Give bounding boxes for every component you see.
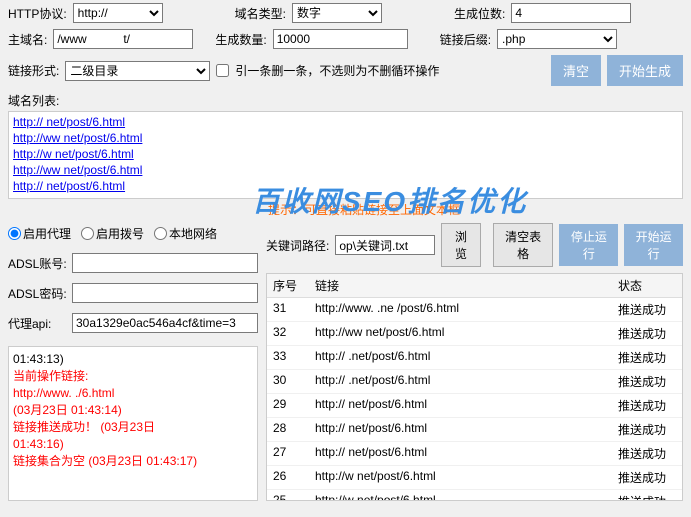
cell-status: 推送成功 xyxy=(612,394,682,417)
table-row[interactable]: 28http:// net/post/6.html推送成功 xyxy=(267,418,682,442)
log-line: 链接集合为空 (03月23日 01:43:17) xyxy=(13,453,253,470)
domain-link[interactable]: http:// net/post/6.html xyxy=(13,178,678,194)
table-row[interactable]: 32http://ww net/post/6.html推送成功 xyxy=(267,322,682,346)
adsl-pass-input[interactable] xyxy=(72,283,258,303)
proxy-api-label: 代理api: xyxy=(8,315,68,332)
cell-index: 28 xyxy=(267,418,309,441)
suffix-select[interactable]: .php xyxy=(497,29,617,49)
col-link: 链接 xyxy=(309,274,612,297)
result-table[interactable]: 序号 链接 状态 31http://www. .ne /post/6.html推… xyxy=(266,273,683,501)
cell-index: 27 xyxy=(267,442,309,465)
cell-link: http:// net/post/6.html xyxy=(309,418,612,441)
cell-link: http:// .net/post/6.html xyxy=(309,370,612,393)
adsl-user-label: ADSL账号: xyxy=(8,255,68,272)
table-row[interactable]: 30http:// .net/post/6.html推送成功 xyxy=(267,370,682,394)
keyword-path-input[interactable] xyxy=(335,235,435,255)
cell-status: 推送成功 xyxy=(612,466,682,489)
cell-index: 30 xyxy=(267,370,309,393)
log-line: 当前操作链接: xyxy=(13,368,253,385)
keyword-path-label: 关键词路径: xyxy=(266,237,329,254)
cell-status: 推送成功 xyxy=(612,370,682,393)
proxy-api-input[interactable] xyxy=(72,313,258,333)
table-row[interactable]: 27http:// net/post/6.html推送成功 xyxy=(267,442,682,466)
cell-index: 31 xyxy=(267,298,309,321)
cell-link: http://ww net/post/6.html xyxy=(309,322,612,345)
domain-link[interactable]: http://w net/post/6.html xyxy=(13,146,678,162)
cell-index: 32 xyxy=(267,322,309,345)
domain-link[interactable]: http://ww net/post/6.html xyxy=(13,130,678,146)
cell-index: 26 xyxy=(267,466,309,489)
cell-link: http:// net/post/6.html xyxy=(309,442,612,465)
table-row[interactable]: 29http:// net/post/6.html推送成功 xyxy=(267,394,682,418)
cell-link: http://www. .ne /post/6.html xyxy=(309,298,612,321)
link-form-label: 链接形式: xyxy=(8,62,59,79)
host-label: 主域名: xyxy=(8,31,47,48)
cell-status: 推送成功 xyxy=(612,346,682,369)
delete-one-label: 引一条删一条，不选则为不删循环操作 xyxy=(235,62,439,79)
log-line: http://www. ./6.html xyxy=(13,385,253,402)
domain-type-select[interactable]: 数字 xyxy=(292,3,382,23)
cell-index: 25 xyxy=(267,490,309,501)
cell-link: http:// .net/post/6.html xyxy=(309,346,612,369)
domain-list-label: 域名列表: xyxy=(8,92,59,109)
log-line: (03月23日 01:43:14) xyxy=(13,402,253,419)
domain-link[interactable]: http://ww net/post/6.html xyxy=(13,162,678,178)
http-protocol-select[interactable]: http:// xyxy=(73,3,163,23)
proxy-radio-local[interactable]: 本地网络 xyxy=(154,225,217,242)
cell-status: 推送成功 xyxy=(612,298,682,321)
cell-index: 33 xyxy=(267,346,309,369)
log-line: 链接推送成功！ (03月23日 xyxy=(13,419,253,436)
cell-status: 推送成功 xyxy=(612,490,682,501)
proxy-radio-dial[interactable]: 启用拨号 xyxy=(81,225,144,242)
cell-status: 推送成功 xyxy=(612,442,682,465)
gen-qty-input[interactable] xyxy=(273,29,408,49)
cell-link: http:// net/post/6.html xyxy=(309,394,612,417)
clear-table-button[interactable]: 清空表格 xyxy=(493,223,554,267)
stop-run-button[interactable]: 停止运行 xyxy=(559,224,618,266)
col-index: 序号 xyxy=(267,274,309,297)
http-protocol-label: HTTP协议: xyxy=(8,5,67,22)
browse-button[interactable]: 浏览 xyxy=(441,223,480,267)
table-row[interactable]: 33http:// .net/post/6.html推送成功 xyxy=(267,346,682,370)
col-status: 状态 xyxy=(612,274,682,297)
paste-hint: 提示：可直接粘贴链接至上面文本框 xyxy=(268,201,460,218)
adsl-pass-label: ADSL密码: xyxy=(8,285,68,302)
table-row[interactable]: 26http://w net/post/6.html推送成功 xyxy=(267,466,682,490)
gen-digits-input[interactable] xyxy=(511,3,631,23)
proxy-radio-enable[interactable]: 启用代理 xyxy=(8,225,71,242)
cell-status: 推送成功 xyxy=(612,322,682,345)
start-run-button[interactable]: 开始运行 xyxy=(624,224,683,266)
clear-button[interactable]: 清空 xyxy=(551,55,601,86)
domain-list-box[interactable]: http:// net/post/6.html http://ww net/po… xyxy=(8,111,683,199)
cell-status: 推送成功 xyxy=(612,418,682,441)
log-line: 01:43:13) xyxy=(13,351,253,368)
cell-index: 29 xyxy=(267,394,309,417)
log-line: 01:43:16) xyxy=(13,436,253,453)
domain-type-label: 域名类型: xyxy=(235,5,286,22)
log-box[interactable]: 01:43:13) 当前操作链接: http://www. ./6.html (… xyxy=(8,346,258,501)
adsl-user-input[interactable] xyxy=(72,253,258,273)
suffix-label: 链接后缀: xyxy=(440,31,491,48)
cell-link: http://w net/post/6.html xyxy=(309,466,612,489)
cell-link: http://w net/post/6.html xyxy=(309,490,612,501)
gen-digits-label: 生成位数: xyxy=(454,5,505,22)
domain-link[interactable]: http:// net/post/6.html xyxy=(13,114,678,130)
start-gen-button[interactable]: 开始生成 xyxy=(607,55,683,86)
table-row[interactable]: 25http://w net/post/6.html推送成功 xyxy=(267,490,682,501)
delete-one-checkbox[interactable] xyxy=(216,64,229,77)
host-input[interactable] xyxy=(53,29,193,49)
link-form-select[interactable]: 二级目录 xyxy=(65,61,210,81)
table-row[interactable]: 31http://www. .ne /post/6.html推送成功 xyxy=(267,298,682,322)
gen-qty-label: 生成数量: xyxy=(215,31,266,48)
